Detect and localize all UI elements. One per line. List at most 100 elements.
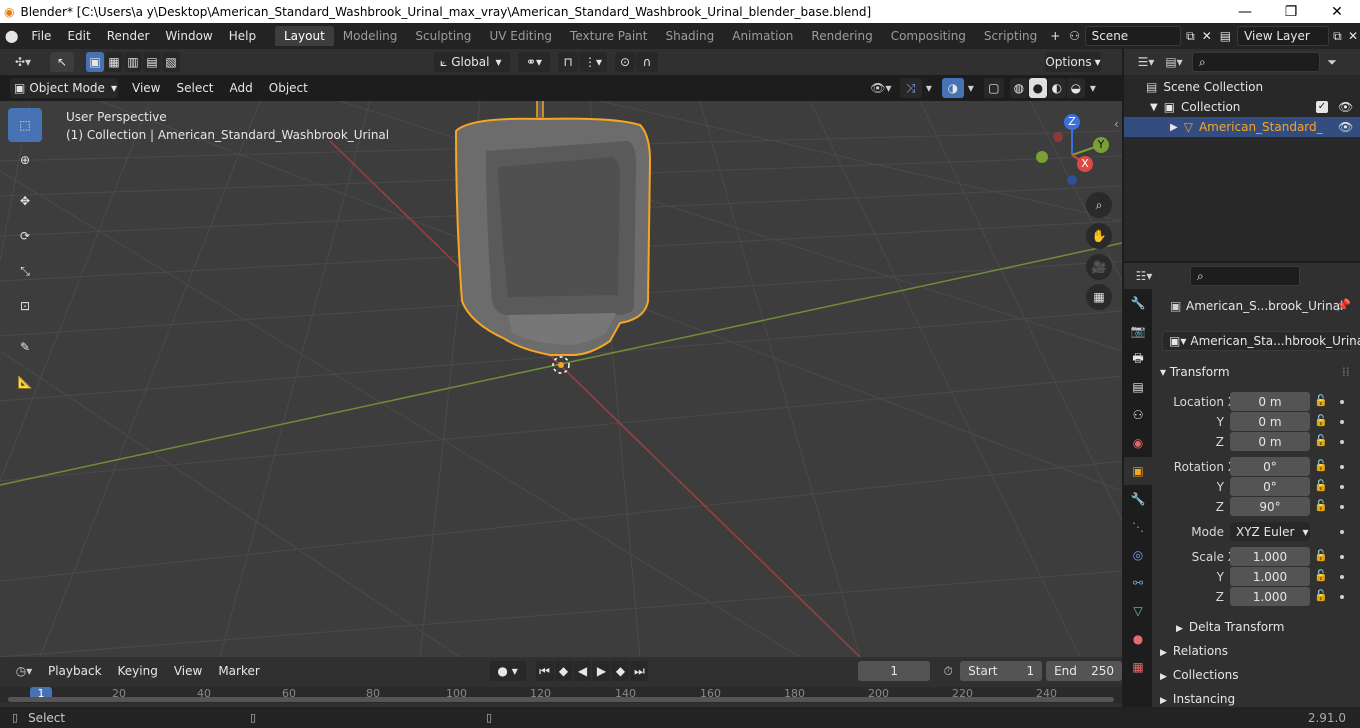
xray-toggle-icon[interactable]: ▢	[983, 78, 1004, 98]
select-new-icon[interactable]: ▣	[86, 52, 104, 72]
tool-transform-icon[interactable]: ⊡	[8, 289, 42, 323]
jump-keyframe-forward-icon[interactable]: ◆	[611, 661, 630, 681]
add-workspace-button[interactable]: +	[1046, 29, 1064, 43]
tab-rendering[interactable]: Rendering	[802, 26, 881, 46]
keyframe-dot-icon[interactable]	[1340, 440, 1344, 444]
transform-panel-header[interactable]: ▾ Transform	[1160, 365, 1230, 379]
eye-icon[interactable]: 👁	[1338, 120, 1353, 134]
object-tab-icon[interactable]: ▣	[1124, 457, 1152, 485]
tab-sculpting[interactable]: Sculpting	[406, 26, 480, 46]
timeline-menu-keying[interactable]: Keying	[110, 664, 166, 678]
tab-animation[interactable]: Animation	[723, 26, 802, 46]
lock-icon[interactable]: 🔓	[1314, 414, 1328, 428]
select-tool-mode[interactable]: ↖	[50, 52, 74, 72]
location-y-field[interactable]: 0 m	[1230, 412, 1310, 431]
tool-annotate-icon[interactable]: ✎	[8, 330, 42, 364]
start-frame-field[interactable]: Start 1	[960, 661, 1043, 681]
menu-help[interactable]: Help	[221, 29, 264, 43]
stopwatch-icon[interactable]: ⏱	[938, 661, 958, 681]
keyframe-dot-icon[interactable]	[1340, 485, 1344, 489]
rotation-x-field[interactable]: 0°	[1230, 457, 1310, 476]
gizmo-x-axis[interactable]: X	[1077, 156, 1093, 172]
mode-dropdown[interactable]: ▣ Object Mode ▾	[10, 78, 118, 98]
timeline-ruler[interactable]: 1 20 40 60 80 100 120 140 160 180 200 22…	[0, 687, 1122, 703]
tab-modeling[interactable]: Modeling	[334, 26, 407, 46]
rotation-mode-dropdown[interactable]: XYZ Euler ▾	[1230, 522, 1310, 541]
lock-icon[interactable]: 🔓	[1314, 589, 1328, 603]
tab-shading[interactable]: Shading	[656, 26, 723, 46]
keyframe-dot-icon[interactable]	[1340, 530, 1344, 534]
current-frame-field[interactable]: 1	[858, 661, 931, 681]
tool-scale-icon[interactable]: ⤡	[8, 254, 42, 288]
end-frame-field[interactable]: End 250	[1046, 661, 1123, 681]
snap-target-dropdown[interactable]: ⋮▾	[579, 52, 607, 72]
collections-panel-header[interactable]: ▶ Collections	[1160, 668, 1239, 682]
select-subtract-icon[interactable]: ▥	[124, 52, 142, 72]
tool-rotate-icon[interactable]: ⟳	[8, 219, 42, 253]
proportional-edit-toggle[interactable]: ⊙	[615, 52, 635, 72]
pin-icon[interactable]: 📌	[1336, 298, 1351, 312]
location-x-field[interactable]: 0 m	[1230, 392, 1310, 411]
tool-select-box[interactable]: ⬚	[8, 108, 42, 142]
lock-icon[interactable]: 🔓	[1314, 549, 1328, 563]
gizmo-dropdown-icon[interactable]: ▾	[922, 78, 936, 98]
keyframe-dot-icon[interactable]	[1340, 505, 1344, 509]
timeline-scrollbar[interactable]	[8, 697, 1114, 702]
jump-start-icon[interactable]: ⏮	[535, 661, 554, 681]
viewport-scene[interactable]	[0, 101, 1122, 657]
scale-y-field[interactable]: 1.000	[1230, 567, 1310, 586]
outliner-editor-type-icon[interactable]: ☰▾	[1132, 52, 1160, 72]
particles-tab-icon[interactable]: ⋱	[1124, 513, 1152, 541]
tab-texture-paint[interactable]: Texture Paint	[561, 26, 656, 46]
modifier-tab-icon[interactable]: 🔧	[1124, 485, 1152, 513]
properties-editor-type-icon[interactable]: ☷▾	[1130, 266, 1158, 286]
tool-measure-icon[interactable]: 📐	[8, 365, 42, 399]
lock-icon[interactable]: 🔓	[1314, 459, 1328, 473]
output-tab-icon[interactable]: 🖶	[1124, 345, 1152, 373]
play-reverse-icon[interactable]: ◀	[573, 661, 592, 681]
tab-compositing[interactable]: Compositing	[882, 26, 975, 46]
lock-icon[interactable]: 🔓	[1314, 434, 1328, 448]
object-data-tab-icon[interactable]: ▽	[1124, 597, 1152, 625]
keyframe-dot-icon[interactable]	[1340, 555, 1344, 559]
tool-cursor-icon[interactable]: ⊕	[8, 143, 42, 177]
3d-viewport[interactable]: User Perspective (1) Collection | Americ…	[0, 101, 1122, 657]
auto-keying-toggle[interactable]: ● ▾	[489, 661, 526, 681]
maximize-button[interactable]: ❐	[1268, 0, 1314, 23]
keyframe-dot-icon[interactable]	[1340, 575, 1344, 579]
scene-tab-icon[interactable]: ⚇	[1124, 401, 1152, 429]
rotation-z-field[interactable]: 90°	[1230, 497, 1310, 516]
jump-keyframe-back-icon[interactable]: ◆	[554, 661, 573, 681]
close-button[interactable]: ✕	[1314, 0, 1360, 23]
select-extend-icon[interactable]: ▦	[105, 52, 123, 72]
scale-z-field[interactable]: 1.000	[1230, 587, 1310, 606]
properties-search-input[interactable]: ⌕	[1190, 266, 1300, 286]
visibility-eye-icon[interactable]: 👁▾	[866, 78, 896, 98]
viewport-menu-object[interactable]: Object	[261, 81, 316, 95]
menu-file[interactable]: File	[23, 29, 59, 43]
gizmo-y-axis[interactable]: Y	[1093, 137, 1109, 153]
menu-edit[interactable]: Edit	[59, 29, 98, 43]
keyframe-dot-icon[interactable]	[1340, 400, 1344, 404]
viewport-menu-view[interactable]: View	[124, 81, 168, 95]
pivot-point-dropdown[interactable]: ⚭▾	[518, 52, 550, 72]
checkbox-icon[interactable]: ✓	[1316, 101, 1328, 113]
lock-icon[interactable]: 🔓	[1314, 499, 1328, 513]
timeline-menu-view[interactable]: View	[166, 664, 210, 678]
sidebar-toggle-icon[interactable]: ‹	[1114, 117, 1119, 131]
overlays-toggle-icon[interactable]: ◑	[941, 78, 964, 98]
urinal-model[interactable]	[454, 101, 652, 374]
lock-icon[interactable]: 🔓	[1314, 479, 1328, 493]
navigation-gizmo[interactable]: Z Y X	[1036, 111, 1116, 191]
keyframe-dot-icon[interactable]	[1340, 465, 1344, 469]
lock-icon[interactable]: 🔓	[1314, 569, 1328, 583]
blender-menu-icon[interactable]: ⬤	[0, 29, 23, 43]
tab-layout[interactable]: Layout	[275, 26, 334, 46]
filter-icon[interactable]: ⏷	[1322, 52, 1342, 72]
relations-panel-header[interactable]: ▶ Relations	[1160, 644, 1228, 658]
viewport-menu-add[interactable]: Add	[222, 81, 261, 95]
view-layer-remove-icon[interactable]: ✕	[1346, 29, 1360, 43]
texture-tab-icon[interactable]: ▦	[1124, 653, 1152, 681]
rotation-y-field[interactable]: 0°	[1230, 477, 1310, 496]
tool-tab-icon[interactable]: 🔧	[1124, 289, 1152, 317]
